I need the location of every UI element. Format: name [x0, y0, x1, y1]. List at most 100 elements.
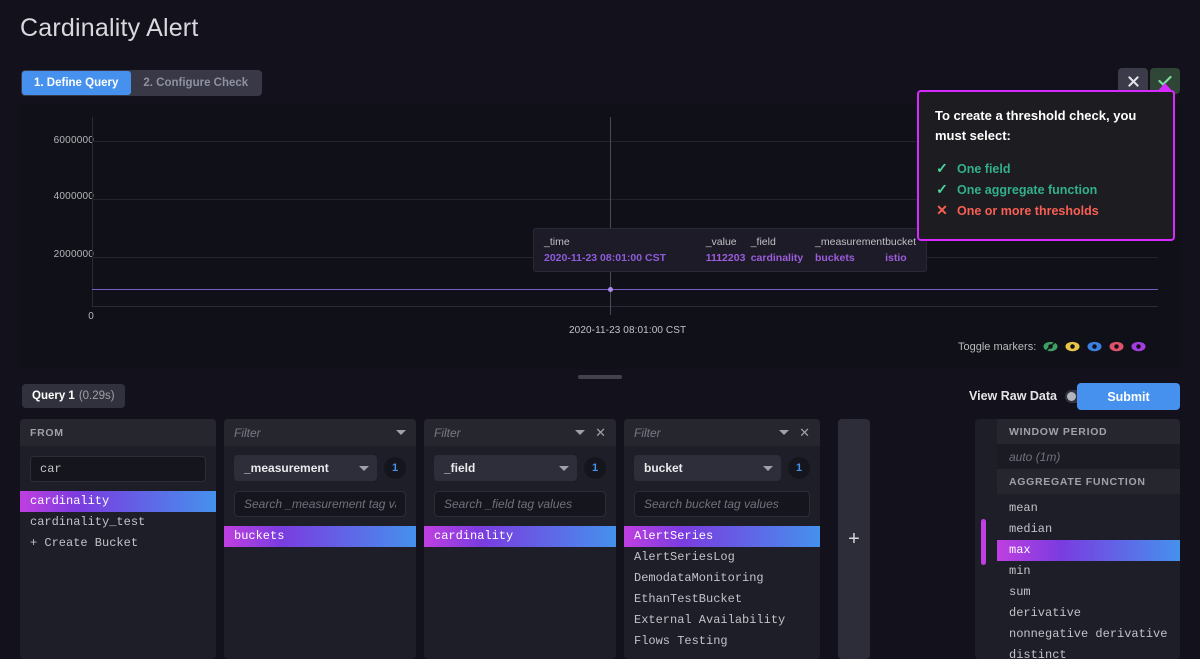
tooltip-header: _measurement: [815, 236, 886, 248]
y-axis-tick: 2000000: [53, 249, 94, 260]
popover-title: To create a threshold check, you must se…: [935, 108, 1137, 143]
list-item[interactable]: max: [997, 540, 1180, 561]
switch-knob: [1067, 391, 1077, 401]
list-item[interactable]: AlertSeriesLog: [624, 547, 820, 568]
list-item[interactable]: min: [997, 561, 1180, 582]
filter-header: Filter ✕: [424, 419, 616, 446]
tag-key-value: _field: [444, 461, 476, 475]
tooltip-value: istio: [885, 252, 907, 264]
tooltip-value: 2020-11-23 08:01:00 CST: [544, 252, 666, 264]
list-item[interactable]: cardinality_test: [20, 512, 216, 533]
add-filter-card-button[interactable]: +: [838, 419, 870, 659]
view-raw-data-label: View Raw Data: [969, 389, 1058, 403]
filter-placeholder: Filter: [434, 425, 461, 440]
eye-icon[interactable]: [1131, 339, 1146, 354]
tag-value-search-input[interactable]: Search bucket tag values: [634, 491, 810, 517]
requirement-label: One or more thresholds: [957, 203, 1099, 218]
tag-value-search-input[interactable]: Search _field tag values: [434, 491, 606, 517]
chevron-down-icon: [763, 465, 773, 471]
eye-icon[interactable]: [1109, 339, 1124, 354]
tab-define-query[interactable]: 1. Define Query: [22, 71, 132, 95]
tooltip-col-bucket: bucket istio: [885, 236, 916, 264]
list-item[interactable]: External Availability: [624, 610, 820, 631]
list-item[interactable]: Flows Testing: [624, 631, 820, 652]
submit-button[interactable]: Submit: [1077, 383, 1180, 410]
y-axis-line: [92, 117, 93, 307]
tag-value-list: AlertSeries AlertSeriesLog DemodataMonit…: [624, 526, 820, 652]
header-icons: [396, 430, 406, 435]
aggregate-function-title: AGGREGATE FUNCTION: [997, 469, 1180, 494]
x-axis-tick-label: 2020-11-23 08:01:00 CST: [569, 325, 687, 336]
app-root: Cardinality Alert 1. Define Query 2. Con…: [0, 0, 1200, 659]
chevron-down-icon[interactable]: [779, 430, 790, 435]
chevron-down-icon[interactable]: [396, 430, 406, 435]
tag-value-search-input[interactable]: Search _measurement tag values: [234, 491, 406, 517]
list-item[interactable]: cardinality: [424, 526, 616, 547]
list-item[interactable]: mean: [997, 498, 1180, 519]
eye-icon[interactable]: [1065, 339, 1080, 354]
eye-off-icon[interactable]: [1043, 339, 1058, 354]
create-bucket-button[interactable]: + Create Bucket: [20, 533, 216, 554]
plus-icon: +: [848, 528, 860, 550]
list-item[interactable]: EthanTestBucket: [624, 589, 820, 610]
bucket-search-input[interactable]: car: [30, 456, 206, 482]
tag-key-dropdown[interactable]: _field: [434, 455, 577, 481]
builder-card-filter-measurement: Filter _measurement 1 Search _measuremen…: [224, 419, 416, 659]
window-period-input[interactable]: auto (1m): [997, 444, 1180, 469]
close-icon[interactable]: ✕: [799, 426, 810, 439]
check-icon: ✓: [936, 160, 948, 176]
toggle-markers: Toggle markers:: [958, 339, 1146, 354]
list-item[interactable]: distinct: [997, 645, 1180, 659]
selected-count-badge: 1: [788, 457, 810, 479]
list-item[interactable]: buckets: [224, 526, 416, 547]
requirement-thresholds: ✕ One or more thresholds: [935, 202, 1157, 219]
aggregate-scrollbar-thumb[interactable]: [981, 519, 986, 565]
tab-configure-check[interactable]: 2. Configure Check: [131, 71, 261, 95]
list-item[interactable]: median: [997, 519, 1180, 540]
list-item[interactable]: AlertSeries: [624, 526, 820, 547]
tag-key-value: _measurement: [244, 461, 329, 475]
series-point[interactable]: [608, 287, 613, 292]
list-item[interactable]: cardinality: [20, 491, 216, 512]
view-raw-data-toggle[interactable]: View Raw Data: [969, 389, 1092, 403]
page-title: Cardinality Alert: [20, 14, 199, 42]
aggregate-function-list: mean median max min sum derivative nonne…: [997, 494, 1180, 659]
builder-card-from: FROM car cardinality cardinality_test + …: [20, 419, 216, 659]
tag-key-dropdown[interactable]: _measurement: [234, 455, 377, 481]
requirement-one-field: ✓ One field: [935, 160, 1157, 177]
close-icon: [1127, 75, 1139, 87]
close-icon[interactable]: ✕: [595, 426, 606, 439]
popover-arrow: [1157, 83, 1173, 92]
x-icon: ✕: [936, 202, 948, 218]
filter-header: Filter: [224, 419, 416, 446]
list-item[interactable]: DemodataMonitoring: [624, 568, 820, 589]
bucket-search-value: car: [40, 462, 62, 476]
tooltip-value: cardinality: [750, 252, 804, 264]
tag-value-search-placeholder: Search bucket tag values: [644, 497, 779, 511]
tooltip-value: 1112203: [705, 252, 746, 264]
list-item[interactable]: sum: [997, 582, 1180, 603]
threshold-requirements-popover: To create a threshold check, you must se…: [917, 90, 1175, 241]
eye-icon[interactable]: [1087, 339, 1102, 354]
header-icons: ✕: [779, 426, 810, 439]
builder-card-aggregation: WINDOW PERIOD auto (1m) AGGREGATE FUNCTI…: [975, 419, 1180, 659]
series-line-cardinality: [92, 289, 1158, 290]
tooltip-header: _time: [544, 236, 570, 248]
requirement-label: One aggregate function: [957, 182, 1098, 197]
list-item[interactable]: derivative: [997, 603, 1180, 624]
requirement-one-aggregate-function: ✓ One aggregate function: [935, 181, 1157, 198]
selected-count-badge: 1: [584, 457, 606, 479]
tooltip-value: buckets: [815, 252, 855, 264]
window-period-title: WINDOW PERIOD: [997, 419, 1180, 444]
tag-key-dropdown[interactable]: bucket: [634, 455, 781, 481]
tag-value-search-placeholder: Search _measurement tag values: [244, 497, 396, 511]
tag-value-search-placeholder: Search _field tag values: [444, 497, 573, 511]
panel-resize-handle[interactable]: [578, 375, 622, 379]
list-item[interactable]: nonnegative derivative: [997, 624, 1180, 645]
tag-key-row: _field 1: [434, 455, 606, 481]
query-builder: FROM car cardinality cardinality_test + …: [20, 419, 1180, 659]
chevron-down-icon[interactable]: [575, 430, 586, 435]
query-tab-query-1[interactable]: Query 1 (0.29s): [22, 384, 125, 408]
from-title: FROM: [30, 426, 64, 439]
filter-header: Filter ✕: [624, 419, 820, 446]
